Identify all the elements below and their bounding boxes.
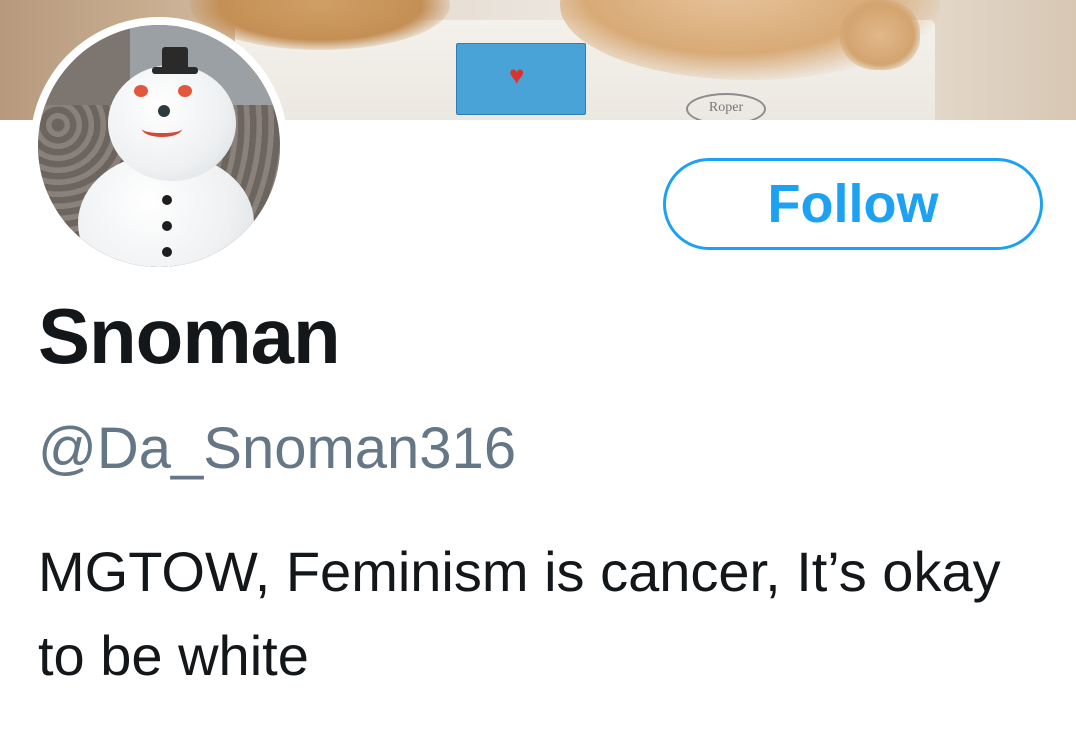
banner-sticker: ♥ [456, 43, 586, 115]
snowman-hat-brim [152, 67, 198, 74]
profile-card: ♥ Roper Follow Snoman @Da_Snoman316 MGTO… [0, 0, 1076, 731]
banner-brand-logo: Roper [686, 93, 766, 120]
avatar[interactable] [30, 17, 288, 275]
snowman-eye-left [134, 85, 148, 97]
display-name: Snoman [38, 292, 341, 380]
snowman-button [162, 221, 172, 231]
snowman-nose [158, 105, 170, 117]
profile-bio: MGTOW, Feminism is cancer, It’s okay to … [38, 540, 1001, 687]
heart-icon: ♥ [509, 60, 525, 90]
snowman-eye-right [178, 85, 192, 97]
snowman-mouth [142, 121, 182, 137]
avatar-image [38, 25, 280, 267]
banner-cat-paw [840, 0, 920, 70]
follow-button[interactable]: Follow [663, 158, 1043, 250]
snowman-button [162, 195, 172, 205]
snowman-button [162, 247, 172, 257]
user-handle: @Da_Snoman316 [38, 416, 517, 481]
